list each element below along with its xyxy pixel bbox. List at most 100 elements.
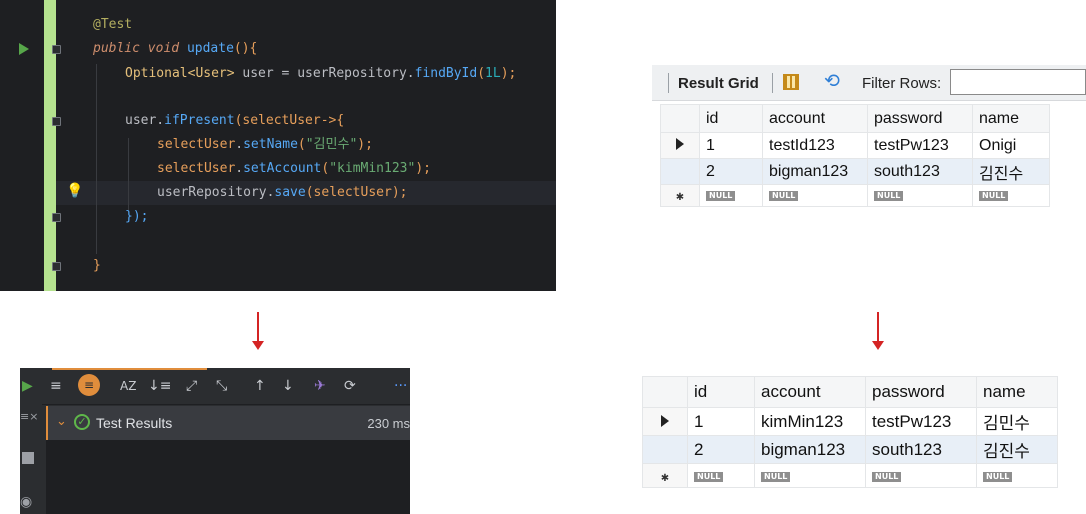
grid-cell[interactable]: south123	[865, 435, 977, 464]
null-badge[interactable]: NULL	[983, 472, 1013, 482]
column-header-id[interactable]: id	[687, 376, 755, 408]
row-selector[interactable]	[642, 435, 688, 464]
grid-cell[interactable]: testPw123	[867, 132, 973, 159]
lightbulb-icon[interactable]: 💡	[66, 182, 83, 198]
new-row[interactable]: ✱ NULL NULL NULL NULL	[642, 463, 1058, 488]
grid-header-row: id account password name	[660, 104, 1050, 133]
filter-rows-input[interactable]	[950, 69, 1086, 95]
fold-marker-icon[interactable]	[52, 262, 61, 271]
grid-cell[interactable]: bigman123	[762, 158, 868, 185]
view-icon[interactable]: ◉	[20, 494, 32, 510]
show-passed-icon[interactable]: ≡	[50, 377, 62, 395]
result-grid-tab[interactable]: Result Grid	[678, 75, 759, 92]
result-grid-before[interactable]: id account password name 1 testId123 tes…	[660, 104, 1050, 207]
code-token: }	[93, 258, 101, 273]
show-ignored-icon[interactable]: ≡	[78, 374, 100, 396]
indent-guide	[96, 64, 97, 254]
grid-cell[interactable]: 김진수	[972, 158, 1050, 185]
code-token: (){	[233, 41, 258, 56]
grid-cell[interactable]: 2	[687, 435, 755, 464]
code-editor[interactable]: 💡 @Test public void update(){ Optional<U…	[0, 0, 556, 291]
column-header-id[interactable]: id	[699, 104, 763, 133]
import-tests-icon[interactable]: ✈	[314, 377, 326, 395]
table-row[interactable]: 2 bigman123 south123 김진수	[660, 158, 1050, 185]
table-row[interactable]: 1 kimMin123 testPw123 김민수	[642, 407, 1058, 436]
code-line-6[interactable]: selectUser.setName("김민수");	[157, 137, 373, 153]
down-arrow	[872, 312, 884, 350]
row-selector[interactable]: ✱	[642, 463, 688, 488]
test-results-label: Test Results	[96, 415, 173, 431]
code-token: setAccount	[243, 161, 322, 176]
grid-cell[interactable]: Onigi	[972, 132, 1050, 159]
fold-marker-icon[interactable]	[52, 117, 61, 126]
previous-failed-icon[interactable]: ↑	[254, 377, 266, 395]
null-badge[interactable]: NULL	[874, 191, 904, 201]
code-token: .	[235, 161, 244, 176]
code-token: selectUser	[157, 137, 236, 152]
refresh-icon[interactable]: ⟲	[824, 71, 840, 91]
test-results-row[interactable]: ⌄ ✓ Test Results 230 ms	[46, 406, 410, 440]
run-test-icon[interactable]	[19, 43, 29, 55]
grid-header-row: id account password name	[642, 376, 1058, 408]
table-row[interactable]: 1 testId123 testPw123 Onigi	[660, 132, 1050, 159]
code-line-8[interactable]: userRepository.save(selectUser);	[157, 185, 407, 201]
code-line-1[interactable]: @Test	[93, 17, 132, 33]
column-header-name[interactable]: name	[976, 376, 1058, 408]
code-line-7[interactable]: selectUser.setAccount("kimMin123");	[157, 161, 431, 177]
close-panel-icon[interactable]: ≡×	[20, 410, 38, 423]
grid-cell[interactable]: 김진수	[976, 435, 1058, 464]
grid-cell[interactable]: south123	[867, 158, 973, 185]
code-token: @Test	[93, 17, 133, 32]
sort-alphabetically-icon[interactable]: AZ	[120, 377, 136, 395]
fold-marker-icon[interactable]	[52, 45, 61, 54]
code-line-3[interactable]: Optional<User> user = userRepository.fin…	[125, 66, 516, 82]
fold-marker-icon[interactable]	[52, 213, 61, 222]
chevron-down-icon[interactable]: ⌄	[56, 414, 67, 429]
grid-cell[interactable]: 2	[699, 158, 763, 185]
null-badge[interactable]: NULL	[769, 191, 799, 201]
code-line-11[interactable]: }	[93, 258, 101, 274]
result-grid-after[interactable]: id account password name 1 kimMin123 tes…	[642, 376, 1058, 488]
table-row[interactable]: 2 bigman123 south123 김진수	[642, 435, 1058, 464]
row-selector[interactable]	[642, 407, 688, 436]
code-line-9[interactable]: });	[125, 209, 148, 225]
column-header-password[interactable]: password	[867, 104, 973, 133]
stop-icon[interactable]	[22, 452, 34, 464]
grid-view-icon[interactable]	[783, 74, 799, 90]
code-token: user = userRepository.	[234, 66, 415, 81]
grid-cell[interactable]: testId123	[762, 132, 868, 159]
rerun-icon[interactable]: ▶	[22, 377, 33, 395]
code-line-5[interactable]: user.ifPresent(selectUser->{	[125, 113, 344, 129]
panel-side-toolbar: ≡× ◉	[20, 404, 42, 514]
history-icon[interactable]: ⟳	[344, 377, 356, 395]
row-selector[interactable]	[660, 132, 700, 159]
sort-by-duration-icon[interactable]: ↓≡	[148, 377, 171, 395]
null-badge[interactable]: NULL	[706, 191, 736, 201]
toolbar-separator	[668, 73, 669, 93]
null-badge[interactable]: NULL	[694, 472, 724, 482]
column-header-account[interactable]: account	[762, 104, 868, 133]
row-selector[interactable]: ✱	[660, 184, 700, 207]
column-header-password[interactable]: password	[865, 376, 977, 408]
grid-cell[interactable]: kimMin123	[754, 407, 866, 436]
grid-cell[interactable]: 1	[687, 407, 755, 436]
column-header-name[interactable]: name	[972, 104, 1050, 133]
filter-rows-label: Filter Rows:	[862, 75, 942, 92]
column-header-account[interactable]: account	[754, 376, 866, 408]
grid-cell[interactable]: 1	[699, 132, 763, 159]
code-line-2[interactable]: public void update(){	[93, 41, 257, 57]
test-passed-icon: ✓	[74, 414, 90, 430]
new-row[interactable]: ✱ NULL NULL NULL NULL	[660, 184, 1050, 207]
grid-cell[interactable]: 김민수	[976, 407, 1058, 436]
next-failed-icon[interactable]: ↓	[282, 377, 294, 395]
grid-cell[interactable]: testPw123	[865, 407, 977, 436]
code-token: .	[235, 137, 244, 152]
collapse-all-icon[interactable]: ⤡	[216, 377, 227, 395]
null-badge[interactable]: NULL	[761, 472, 791, 482]
row-selector[interactable]	[660, 158, 700, 185]
more-options-icon[interactable]: ···	[394, 377, 407, 395]
null-badge[interactable]: NULL	[872, 472, 902, 482]
expand-all-icon[interactable]: ⤢	[186, 377, 197, 395]
grid-cell[interactable]: bigman123	[754, 435, 866, 464]
null-badge[interactable]: NULL	[979, 191, 1009, 201]
